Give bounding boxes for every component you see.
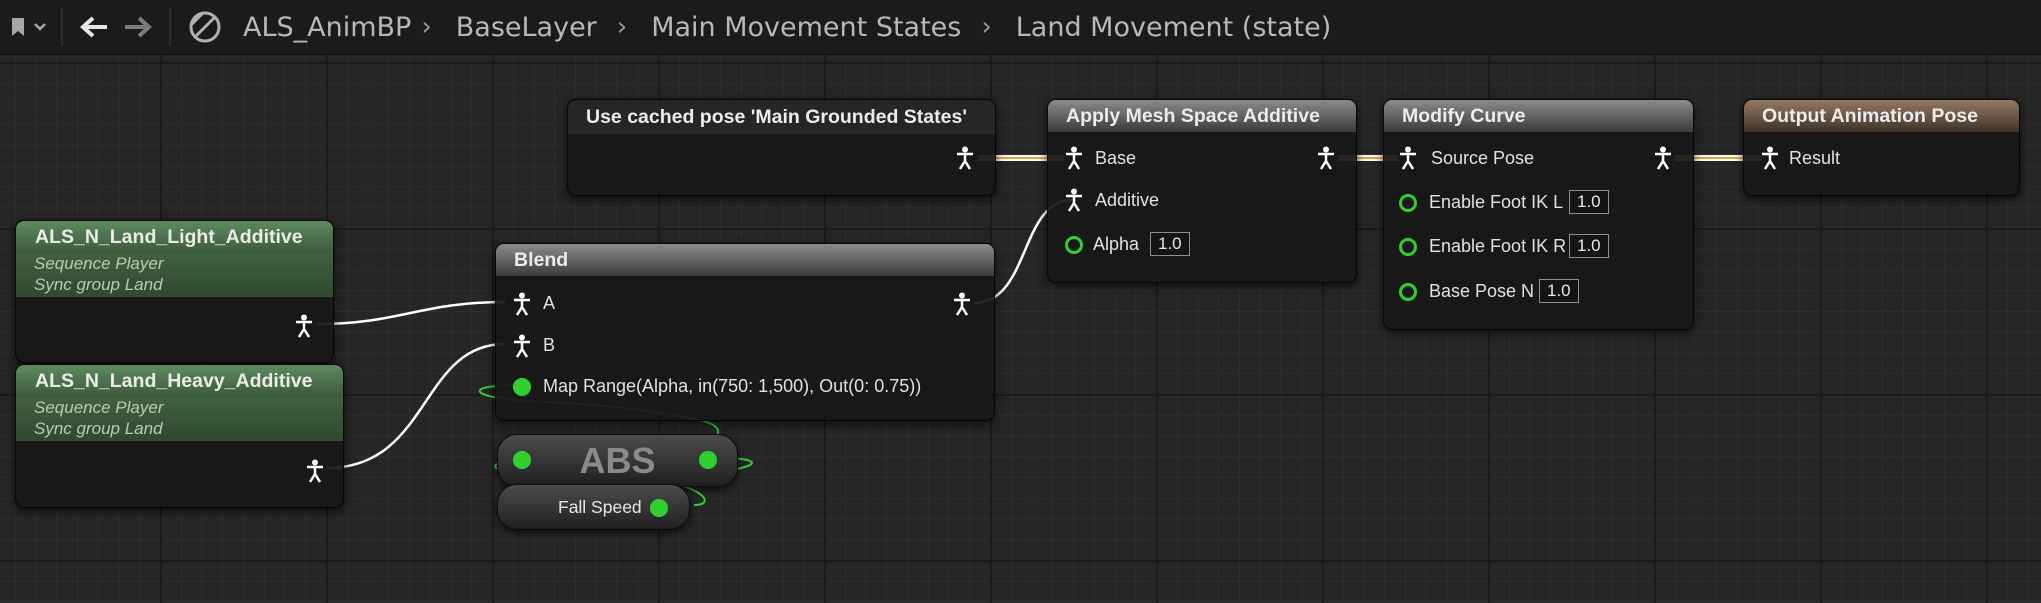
- pose-output-pin-icon[interactable]: [1654, 146, 1672, 170]
- toolbar-divider: [61, 8, 63, 46]
- pose-input-pin-icon[interactable]: [1761, 146, 1779, 170]
- node-title: Modify Curve: [1384, 100, 1693, 132]
- node-subtitle-block: Sequence Player Sync group Land: [16, 253, 333, 297]
- bookmark-icon[interactable]: [7, 0, 29, 54]
- node-title: Blend: [496, 244, 994, 276]
- pose-output-pin-icon[interactable]: [306, 459, 324, 483]
- pin-label-b: B: [543, 335, 556, 355]
- cached-pose-node[interactable]: Use cached pose 'Main Grounded States': [567, 99, 996, 196]
- node-title: Apply Mesh Space Additive: [1048, 100, 1356, 132]
- forward-arrow-icon[interactable]: [121, 0, 155, 54]
- fall-speed-label: Fall Speed: [558, 497, 642, 517]
- node-subtitle-block: Sequence Player Sync group Land: [16, 397, 343, 441]
- float-input-pin-icon[interactable]: [1399, 238, 1417, 256]
- pose-output-pin-icon[interactable]: [295, 314, 313, 338]
- sync-group-label: Sync group Land: [34, 275, 163, 294]
- float-input-pin-icon[interactable]: [1065, 236, 1083, 254]
- pin-label-curve: Base Pose N: [1429, 281, 1535, 301]
- pose-wire-light-to-a: [316, 300, 506, 326]
- pose-output-pin-icon[interactable]: [956, 146, 974, 170]
- node-title: ALS_N_Land_Light_Additive: [16, 221, 333, 253]
- node-title: Output Animation Pose: [1744, 100, 2019, 132]
- blueprint-icon: [185, 0, 225, 54]
- pose-wire-heavy-to-b: [326, 342, 506, 470]
- toolbar-divider: [169, 8, 171, 46]
- abs-node[interactable]: ABS: [497, 434, 738, 487]
- float-output-pin-icon[interactable]: [650, 499, 668, 517]
- breadcrumb-item[interactable]: BaseLayer: [456, 12, 597, 43]
- chevron-right-icon: ›: [981, 12, 992, 42]
- apply-mesh-space-additive-node[interactable]: Apply Mesh Space Additive Base Additive …: [1047, 99, 1357, 283]
- pin-label-curve: Enable Foot IK L: [1429, 192, 1564, 212]
- pin-label-a: A: [543, 293, 556, 313]
- chevron-down-icon[interactable]: [29, 0, 51, 54]
- breadcrumb-item[interactable]: Land Movement (state): [1016, 12, 1331, 43]
- node-subtitle: Sequence Player: [34, 254, 164, 273]
- back-arrow-icon[interactable]: [77, 0, 111, 54]
- curve-value-field[interactable]: 1.0: [1569, 234, 1609, 258]
- sequence-player-heavy-node[interactable]: ALS_N_Land_Heavy_Additive Sequence Playe…: [15, 364, 344, 508]
- pin-label-alpha: Alpha: [1093, 234, 1140, 254]
- chevron-right-icon: ›: [421, 12, 432, 42]
- output-animation-pose-node[interactable]: Output Animation Pose Result: [1743, 99, 2020, 196]
- curve-value-field[interactable]: 1.0: [1539, 279, 1579, 303]
- blend-node[interactable]: Blend A B Map Range(Alpha, in(750: 1,500…: [495, 243, 995, 421]
- pin-label-source-pose: Source Pose: [1431, 148, 1535, 168]
- sync-group-label: Sync group Land: [34, 419, 163, 438]
- float-input-pin-icon[interactable]: [1399, 283, 1417, 301]
- pose-output-pin-icon[interactable]: [953, 292, 971, 316]
- pin-label-additive: Additive: [1095, 190, 1160, 210]
- sequence-player-light-node[interactable]: ALS_N_Land_Light_Additive Sequence Playe…: [15, 220, 334, 363]
- chevron-right-icon: ›: [616, 12, 628, 42]
- pin-label-result: Result: [1789, 148, 1841, 168]
- alpha-value-field[interactable]: 1.0: [1150, 232, 1190, 256]
- node-title: Use cached pose 'Main Grounded States': [568, 100, 995, 134]
- pose-input-pin-icon[interactable]: [513, 292, 531, 316]
- node-subtitle: Sequence Player: [34, 398, 164, 417]
- breadcrumb-item[interactable]: ALS_AnimBP: [243, 12, 411, 43]
- float-input-pin-icon[interactable]: [513, 378, 531, 396]
- node-title: ALS_N_Land_Heavy_Additive: [16, 365, 343, 397]
- pose-input-pin-icon[interactable]: [1399, 146, 1417, 170]
- curve-value-field[interactable]: 1.0: [1569, 190, 1609, 214]
- pose-input-pin-icon[interactable]: [513, 334, 531, 358]
- pin-label-curve: Enable Foot IK R: [1429, 236, 1567, 256]
- pin-label-base: Base: [1095, 148, 1137, 168]
- float-input-pin-icon[interactable]: [1399, 194, 1417, 212]
- pose-output-pin-icon[interactable]: [1317, 146, 1335, 170]
- breadcrumb-toolbar: ALS_AnimBP › BaseLayer › Main Movement S…: [0, 0, 2041, 55]
- modify-curve-node[interactable]: Modify Curve Source Pose Enable Foot IK …: [1383, 99, 1694, 330]
- pose-input-pin-icon[interactable]: [1065, 188, 1083, 212]
- breadcrumb-item[interactable]: Main Movement States: [651, 12, 961, 43]
- fall-speed-node[interactable]: Fall Speed: [497, 484, 690, 530]
- float-output-pin-icon[interactable]: [699, 451, 717, 469]
- pin-label-alpha-expr: Map Range(Alpha, in(750: 1,500), Out(0: …: [543, 376, 922, 396]
- pose-input-pin-icon[interactable]: [1065, 146, 1083, 170]
